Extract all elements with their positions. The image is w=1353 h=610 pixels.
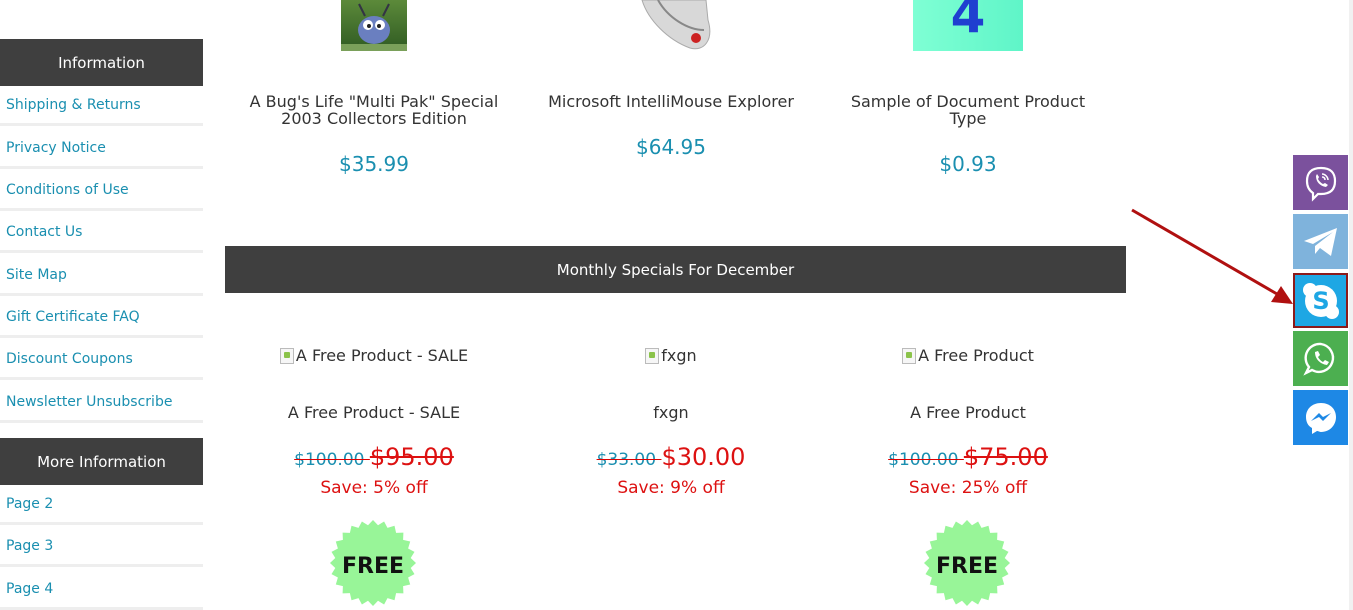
product-price-document-sample: $0.93 — [939, 152, 997, 176]
telegram-icon — [1303, 227, 1337, 256]
product-image-intellimouse[interactable] — [628, 0, 714, 52]
special-prices-1: $100.00 $95.00 — [229, 443, 519, 471]
sidebar-link-privacy-notice[interactable]: Privacy Notice — [0, 129, 203, 169]
messenger-icon — [1305, 402, 1336, 434]
sidebar-link-page-3[interactable]: Page 3 — [0, 527, 203, 567]
bug-character-image — [341, 3, 407, 51]
old-price: $100.00 — [294, 450, 370, 470]
special-name-free-product-sale[interactable]: A Free Product - SALE — [229, 403, 519, 422]
old-price: $33.00 — [596, 450, 662, 470]
product-name-intellimouse[interactable]: Microsoft IntelliMouse Explorer — [526, 93, 816, 110]
broken-image-icon — [279, 347, 294, 364]
sidebar-link-conditions-of-use[interactable]: Conditions of Use — [0, 171, 203, 211]
special-name-fxgn[interactable]: fxgn — [526, 403, 816, 422]
viber-button[interactable] — [1293, 155, 1348, 210]
telegram-button[interactable] — [1293, 214, 1348, 269]
information-heading: Information — [0, 39, 203, 86]
new-price: $30.00 — [661, 443, 746, 471]
svg-text:FREE: FREE — [936, 554, 998, 579]
sidebar-link-site-map[interactable]: Site Map — [0, 256, 203, 296]
special-image-fxgn[interactable]: fxgn — [526, 346, 816, 365]
viber-icon — [1305, 166, 1336, 202]
sidebar-link-page-4[interactable]: Page 4 — [0, 570, 203, 610]
skype-icon: S — [1302, 282, 1339, 319]
messenger-button[interactable] — [1293, 390, 1348, 445]
svg-text:FREE: FREE — [342, 554, 404, 579]
sidebar-link-gift-certificate-faq[interactable]: Gift Certificate FAQ — [0, 298, 203, 338]
special-prices-2: $33.00 $30.00 — [526, 443, 816, 471]
skype-button[interactable]: S — [1293, 273, 1348, 328]
special-image-free-product-sale[interactable]: A Free Product - SALE — [229, 346, 519, 365]
sidebar-link-page-2[interactable]: Page 2 — [0, 485, 203, 525]
new-price: $75.00 — [963, 443, 1048, 471]
save-text: Save: 9% off — [617, 478, 725, 498]
sidebar-link-shipping-returns[interactable]: Shipping & Returns — [0, 86, 203, 126]
sidebar-link-newsletter-unsubscribe[interactable]: Newsletter Unsubscribe — [0, 383, 203, 423]
more-information-heading: More Information — [0, 438, 203, 485]
mouse-image — [641, 0, 711, 50]
broken-image-icon — [902, 347, 917, 364]
free-badge: FREE — [924, 520, 1010, 606]
save-text: Save: 5% off — [320, 478, 428, 498]
sidebar-link-discount-coupons[interactable]: Discount Coupons — [0, 340, 203, 380]
annotation-arrow — [1131, 208, 1293, 304]
page-scrollbar[interactable] — [1349, 0, 1353, 610]
free-badge: FREE — [330, 520, 416, 606]
product-image-bugs-life[interactable] — [341, 0, 407, 51]
product-price-bugs-life: $35.99 — [339, 152, 409, 176]
special-image-free-product[interactable]: A Free Product — [823, 346, 1113, 365]
new-price: $95.00 — [369, 443, 454, 471]
product-name-bugs-life[interactable]: A Bug's Life "Multi Pak" Special 2003 Co… — [229, 93, 519, 127]
whatsapp-icon — [1302, 342, 1334, 376]
product-price-intellimouse: $64.95 — [636, 135, 706, 159]
special-prices-3: $100.00 $75.00 — [823, 443, 1113, 471]
specials-heading: Monthly Specials For December — [225, 246, 1126, 293]
thumb-digit: 4 — [950, 0, 986, 44]
broken-image-icon — [645, 347, 660, 364]
product-name-document-sample[interactable]: Sample of Document Product Type — [823, 93, 1113, 127]
svg-text:S: S — [1312, 287, 1329, 315]
special-name-free-product[interactable]: A Free Product — [823, 403, 1113, 422]
save-text: Save: 25% off — [908, 478, 1028, 498]
whatsapp-button[interactable] — [1293, 331, 1348, 386]
sidebar-link-contact-us[interactable]: Contact Us — [0, 213, 203, 253]
product-image-document-sample[interactable]: 4 — [913, 0, 1023, 51]
old-price: $100.00 — [888, 450, 964, 470]
